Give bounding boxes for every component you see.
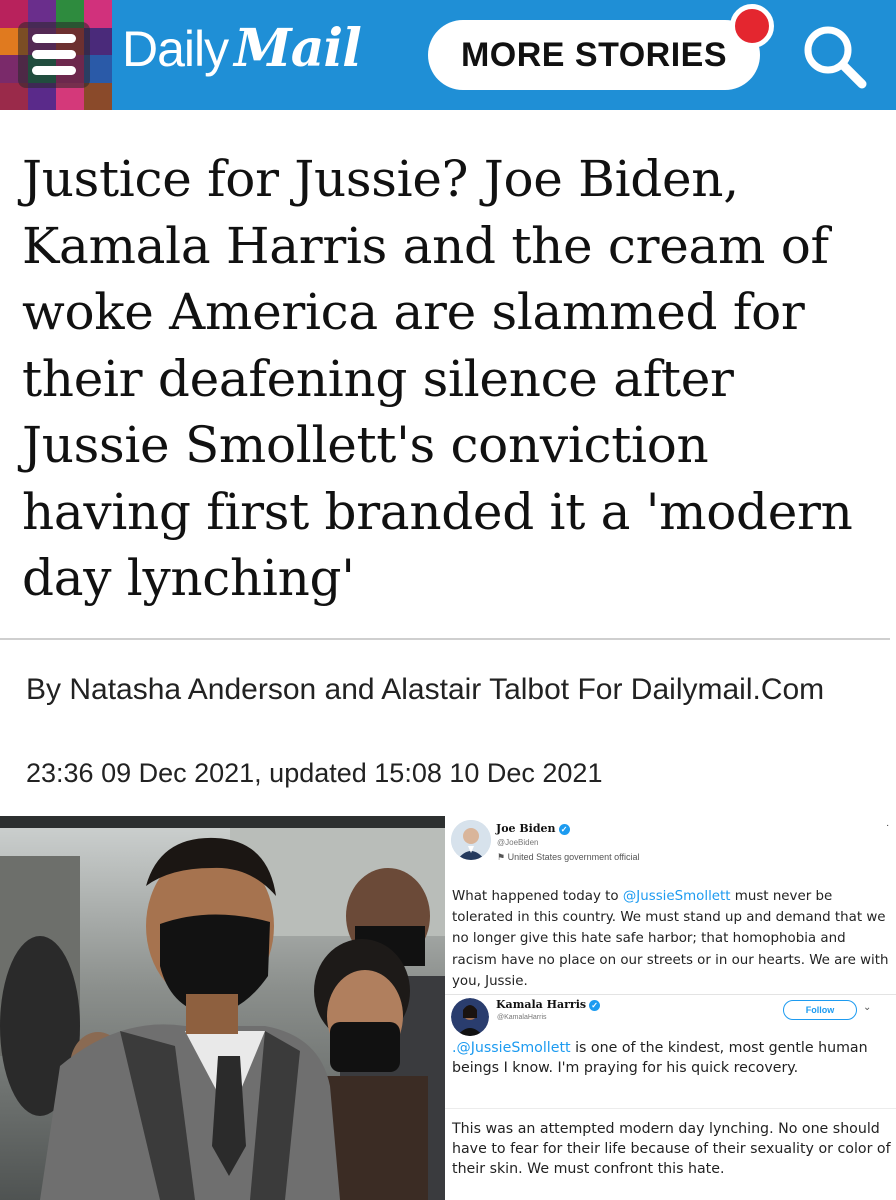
tweets-screenshot: · Joe Biden ✓ @JoeBiden ⚑ United States g…: [445, 816, 896, 1200]
flag-icon: ⚑: [497, 852, 506, 862]
harris-tweet-text-2: This was an attempted modern day lynchin…: [452, 1121, 891, 1177]
logo-daily-text: Daily: [122, 21, 229, 77]
logo-mail-text: Mail: [234, 18, 362, 79]
harris-tweet-mention[interactable]: .@JussieSmollett: [452, 1040, 571, 1056]
headline-divider: [0, 638, 890, 640]
search-icon[interactable]: [800, 22, 868, 90]
harris-avatar: [451, 998, 489, 1036]
tweet-separator: [445, 994, 896, 995]
biden-handle: @JoeBiden: [497, 838, 539, 847]
verified-badge-icon: ✓: [589, 999, 601, 1011]
article-photo: [0, 816, 445, 1200]
harris-name: Kamala Harris ✓: [496, 998, 601, 1011]
government-label: ⚑ United States government official: [497, 852, 640, 862]
article-byline: By Natasha Anderson and Alastair Talbot …: [26, 673, 825, 706]
harris-handle: @KamalaHarris: [497, 1014, 547, 1021]
more-options-icon: ·: [886, 820, 890, 831]
article-dateline: 23:36 09 Dec 2021, updated 15:08 10 Dec …: [26, 758, 603, 788]
article-headline: Justice for Jussie? Joe Biden, Kamala Ha…: [22, 150, 853, 607]
notification-dot: [730, 4, 774, 48]
hamburger-menu-icon[interactable]: [18, 22, 90, 88]
verified-badge-icon: ✓: [558, 823, 570, 835]
tweet-image-divider: [445, 1108, 896, 1109]
site-header: Daily Mail MORE STORIES: [0, 0, 896, 110]
site-logo[interactable]: Daily Mail: [122, 18, 362, 88]
harris-tweet-text: .@JussieSmollett is one of the kindest, …: [452, 1040, 868, 1076]
biden-tweet-text: What happened today to @JussieSmollett m…: [452, 889, 889, 989]
biden-tweet-mention[interactable]: @JussieSmollett: [623, 889, 731, 904]
biden-name: Joe Biden ✓: [496, 822, 570, 835]
follow-button[interactable]: Follow: [783, 1000, 857, 1020]
biden-avatar: [451, 820, 491, 860]
more-stories-button[interactable]: MORE STORIES: [428, 20, 760, 90]
chevron-down-icon: ⌄: [863, 1002, 872, 1013]
